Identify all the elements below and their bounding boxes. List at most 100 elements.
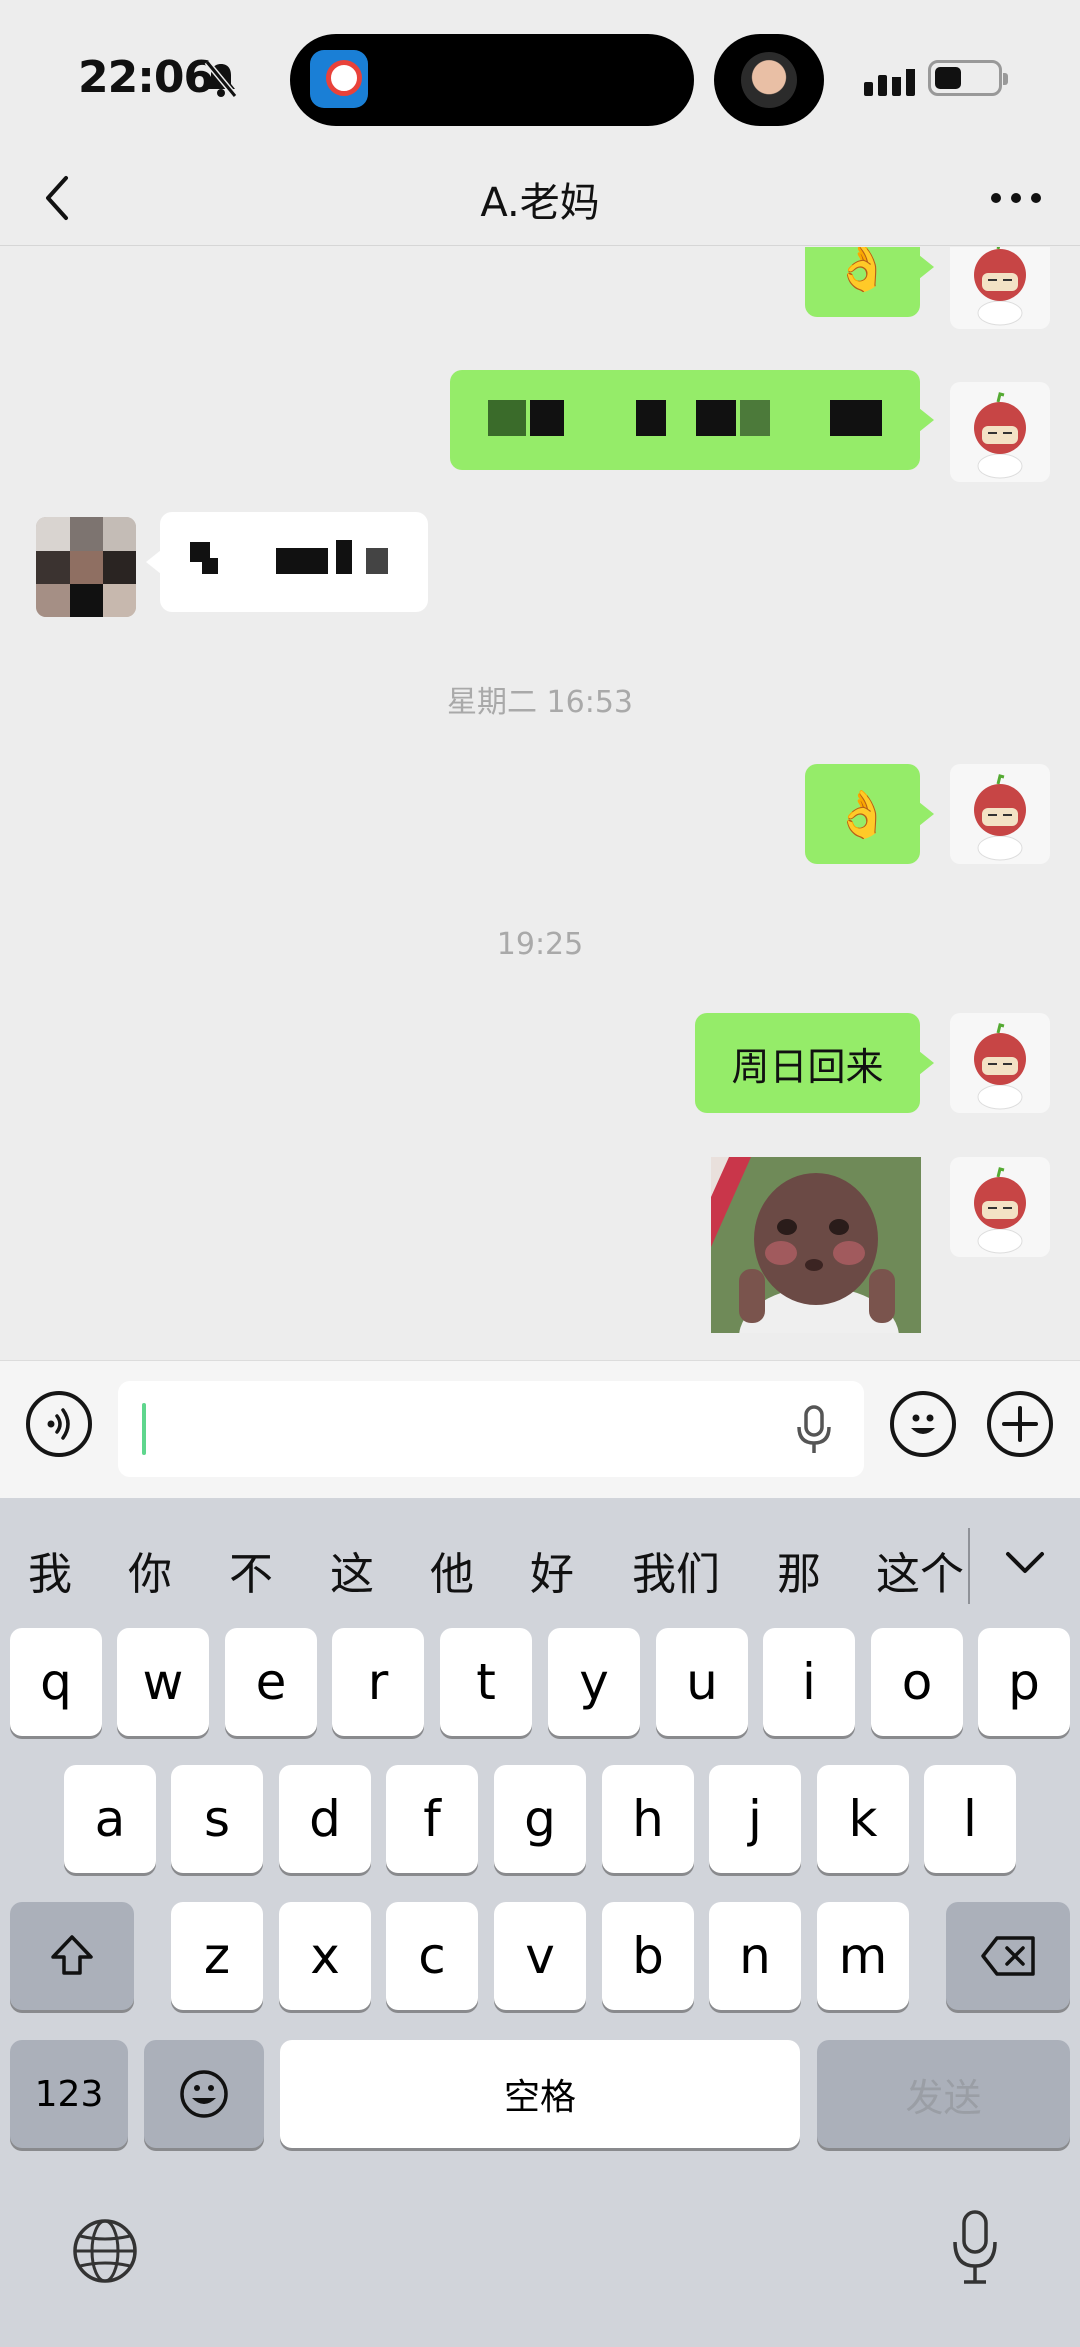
message-bubble[interactable]: 周日回来 — [695, 1013, 934, 1113]
pixelated-text — [696, 400, 736, 436]
shift-key[interactable] — [10, 1902, 134, 2010]
key-v[interactable]: v — [494, 1902, 586, 2010]
key-m[interactable]: m — [817, 1902, 909, 2010]
timestamp: 星期二 16:53 — [447, 685, 633, 720]
backspace-key[interactable] — [946, 1902, 1070, 2010]
numbers-key[interactable]: 123 — [10, 2040, 128, 2148]
key-h[interactable]: h — [602, 1765, 694, 1873]
ok-hand-emoji: 👌 — [833, 786, 892, 841]
message-bubble-redacted[interactable] — [146, 512, 428, 612]
candidate-divider — [968, 1528, 970, 1604]
dictation-microphone-icon[interactable] — [950, 2210, 1000, 2286]
my-avatar[interactable] — [950, 764, 1050, 864]
backspace-icon — [981, 1936, 1035, 1976]
ok-hand-emoji: 👌 — [833, 247, 892, 294]
candidate-word[interactable]: 他 — [430, 1538, 474, 1602]
key-c[interactable]: c — [386, 1902, 478, 2010]
baby-sticker-image — [711, 1157, 921, 1333]
my-avatar[interactable] — [950, 247, 1050, 329]
key-p[interactable]: p — [978, 1628, 1070, 1736]
emoji-key[interactable] — [144, 2040, 264, 2148]
key-l[interactable]: l — [924, 1765, 1016, 1873]
key-e[interactable]: e — [225, 1628, 317, 1736]
chevron-down-icon[interactable] — [1000, 1538, 1050, 1588]
keyboard: 我 你 不 这 他 好 我们 那 这个 q w e r t y u i o p … — [0, 1498, 1080, 2347]
battery-icon — [928, 60, 1008, 96]
key-q[interactable]: q — [10, 1628, 102, 1736]
status-bar: 22:06 — [0, 0, 1080, 150]
contact-avatar-icon — [741, 52, 797, 108]
shift-icon — [51, 1935, 93, 1975]
voice-mode-icon — [47, 1408, 70, 1440]
text-caret — [142, 1403, 146, 1455]
key-i[interactable]: i — [763, 1628, 855, 1736]
candidate-word[interactable]: 我们 — [632, 1538, 720, 1602]
send-key[interactable]: 发送 — [817, 2040, 1070, 2148]
sticker-message[interactable] — [711, 1157, 921, 1333]
contact-avatar[interactable] — [36, 517, 136, 617]
my-avatar[interactable] — [950, 382, 1050, 482]
pixelated-text — [202, 558, 218, 574]
status-time: 22:06 — [78, 52, 214, 103]
pixelated-text — [830, 400, 882, 436]
timestamp: 19:25 — [496, 927, 584, 962]
chat-title: A.老妈 — [480, 180, 600, 226]
dynamic-island[interactable] — [290, 34, 694, 126]
key-w[interactable]: w — [117, 1628, 209, 1736]
plus-icon — [1002, 1406, 1038, 1442]
key-f[interactable]: f — [386, 1765, 478, 1873]
pixelated-text — [488, 400, 526, 436]
key-x[interactable]: x — [279, 1902, 371, 2010]
globe-icon[interactable] — [70, 2216, 140, 2286]
message-input-bar — [0, 1360, 1080, 1498]
message-list[interactable]: 👌 星期二 16:53 👌 19:25 周日回来 — [0, 247, 1080, 1360]
key-o[interactable]: o — [871, 1628, 963, 1736]
candidate-word[interactable]: 你 — [128, 1538, 172, 1602]
voice-mode-button[interactable] — [26, 1391, 92, 1457]
key-g[interactable]: g — [494, 1765, 586, 1873]
message-bubble[interactable]: 👌 — [805, 247, 934, 317]
candidate-bar: 我 你 不 这 他 好 我们 那 这个 — [0, 1498, 1080, 1628]
pixelated-text — [276, 548, 328, 574]
key-k[interactable]: k — [817, 1765, 909, 1873]
key-y[interactable]: y — [548, 1628, 640, 1736]
pixelated-text — [740, 400, 770, 436]
signal-icon — [864, 60, 915, 96]
bell-slash-icon — [204, 60, 238, 98]
my-avatar[interactable] — [950, 1157, 1050, 1257]
railway-app-icon[interactable] — [310, 50, 368, 108]
message-text-field[interactable] — [118, 1381, 864, 1477]
pixelated-text — [530, 400, 564, 436]
candidate-word[interactable]: 好 — [530, 1538, 574, 1602]
my-avatar[interactable] — [950, 1013, 1050, 1113]
key-u[interactable]: u — [656, 1628, 748, 1736]
chat-header: A.老妈 — [0, 150, 1080, 246]
pixelated-text — [336, 540, 352, 574]
key-r[interactable]: r — [332, 1628, 424, 1736]
emoji-icon — [180, 2070, 228, 2118]
plus-button[interactable] — [987, 1391, 1053, 1457]
emoji-button[interactable] — [890, 1391, 956, 1457]
candidate-word[interactable]: 那 — [777, 1538, 821, 1602]
live-activity-pill[interactable] — [714, 34, 824, 126]
emoji-icon — [911, 1414, 935, 1434]
pixelated-text — [636, 400, 666, 436]
more-dots-icon[interactable] — [988, 168, 1044, 228]
message-bubble[interactable]: 👌 — [805, 764, 934, 864]
space-key[interactable]: 空格 — [280, 2040, 800, 2148]
key-a[interactable]: a — [64, 1765, 156, 1873]
key-j[interactable]: j — [709, 1765, 801, 1873]
key-b[interactable]: b — [602, 1902, 694, 2010]
microphone-icon[interactable] — [794, 1405, 834, 1455]
key-z[interactable]: z — [171, 1902, 263, 2010]
key-s[interactable]: s — [171, 1765, 263, 1873]
pixelated-text — [366, 548, 388, 574]
candidate-word[interactable]: 这 — [330, 1538, 374, 1602]
candidate-word[interactable]: 这个 — [876, 1538, 964, 1602]
candidate-word[interactable]: 不 — [229, 1538, 273, 1602]
key-d[interactable]: d — [279, 1765, 371, 1873]
message-bubble-redacted[interactable] — [450, 370, 934, 470]
candidate-word[interactable]: 我 — [28, 1538, 72, 1602]
key-t[interactable]: t — [440, 1628, 532, 1736]
key-n[interactable]: n — [709, 1902, 801, 2010]
